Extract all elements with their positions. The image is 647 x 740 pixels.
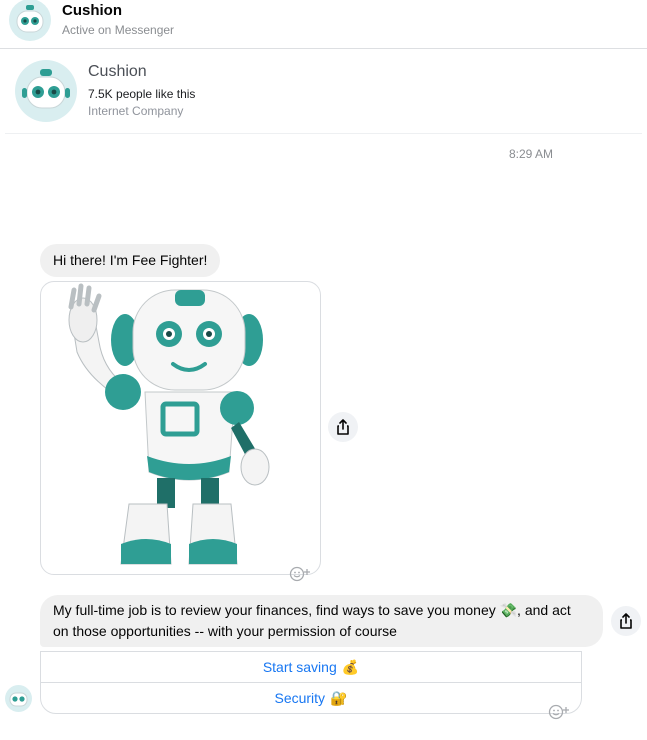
contact-name[interactable]: Cushion (62, 2, 122, 19)
page-category: Internet Company (88, 104, 184, 118)
add-reaction-button[interactable] (546, 702, 572, 722)
robot-avatar-icon[interactable] (15, 60, 77, 122)
lock-with-key-icon: 🔐 (330, 689, 348, 706)
message-bubble[interactable]: My full-time job is to review your finan… (40, 595, 603, 647)
robot-avatar-icon[interactable] (9, 0, 51, 41)
money-bag-icon: 💰 (341, 658, 360, 675)
chat-header: Cushion Active on Messenger (0, 0, 647, 49)
quick-reply-label: Security (274, 690, 326, 706)
add-reaction-icon (548, 704, 569, 720)
message-text: My full-time job is to review your finan… (53, 602, 571, 639)
share-button[interactable] (328, 412, 358, 442)
robot-avatar-icon[interactable] (5, 685, 32, 712)
start-saving-button[interactable]: Start saving 💰 (41, 652, 581, 682)
page-intro: Cushion 7.5K people like this Internet C… (0, 50, 647, 133)
add-reaction-button[interactable] (287, 564, 313, 584)
security-button[interactable]: Security 🔐 (41, 682, 581, 713)
message-image[interactable] (40, 281, 321, 575)
page-name[interactable]: Cushion (88, 63, 147, 81)
quick-replies: Start saving 💰 Security 🔐 (40, 651, 582, 714)
active-status: Active on Messenger (62, 23, 175, 37)
divider (5, 133, 642, 134)
message-bubble[interactable]: Hi there! I'm Fee Fighter! (40, 244, 221, 277)
robot-waving-image (68, 283, 270, 565)
message-timestamp: 8:29 AM (509, 147, 554, 161)
add-reaction-icon (289, 566, 310, 582)
page-likes: 7.5K people like this (88, 87, 196, 101)
share-icon (337, 419, 349, 435)
share-button[interactable] (611, 606, 641, 636)
quick-reply-label: Start saving (262, 659, 337, 675)
share-icon (620, 613, 632, 629)
